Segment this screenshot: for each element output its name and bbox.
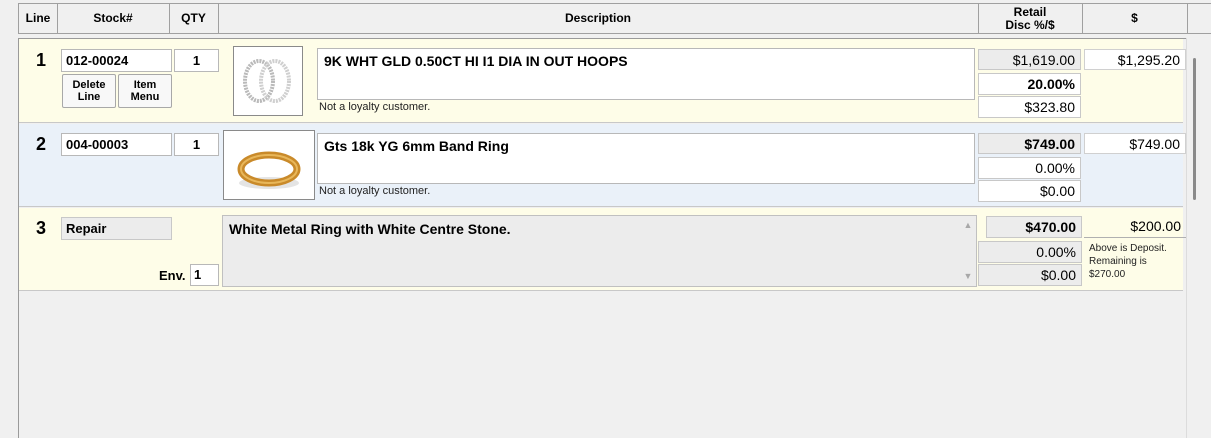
loyalty-note: Not a loyalty customer.	[319, 101, 431, 113]
repair-description-field[interactable]: White Metal Ring with White Centre Stone…	[222, 215, 977, 287]
stock-number-field[interactable]: 004-00003	[61, 133, 172, 156]
header-amount-label: $	[1131, 11, 1138, 25]
repair-description-text: White Metal Ring with White Centre Stone…	[229, 221, 511, 237]
delete-line-label-1: Delete	[72, 79, 106, 91]
column-header-bar: Line Stock# QTY Description Retail Disc …	[18, 3, 1211, 34]
line-number: 1	[36, 50, 47, 70]
discount-percent-field[interactable]: 20.00%	[978, 73, 1081, 95]
deposit-note-line-1: Above is Deposit.	[1089, 243, 1167, 254]
deposit-note: Above is Deposit. Remaining is $270.00	[1089, 242, 1184, 281]
discount-amount-field[interactable]: $0.00	[978, 180, 1081, 202]
discount-percent-field[interactable]: 0.00%	[978, 241, 1082, 263]
discount-amount-field[interactable]: $323.80	[978, 96, 1081, 118]
vertical-scrollbar[interactable]	[1186, 38, 1206, 438]
envelope-number-field[interactable]: 1	[190, 264, 219, 286]
header-line: Line	[19, 4, 58, 33]
line-number: 2	[36, 134, 47, 154]
delete-line-button[interactable]: Delete Line	[62, 74, 116, 108]
item-menu-button[interactable]: Item Menu	[118, 74, 172, 108]
qty-field[interactable]: 1	[174, 133, 219, 156]
line-item-row-1[interactable]: 1 012-00024 1 Delete Line Item Menu 9K W…	[19, 39, 1186, 123]
discount-amount-field[interactable]: $0.00	[978, 264, 1082, 286]
loyalty-note: Not a loyalty customer.	[319, 185, 431, 197]
line-number: 3	[36, 218, 47, 238]
deposit-note-line-2: Remaining is	[1089, 256, 1147, 267]
header-stock: Stock#	[57, 4, 170, 33]
retail-price: $1,619.00	[978, 49, 1081, 70]
discount-percent-field[interactable]: 0.00%	[978, 157, 1081, 179]
header-stock-label: Stock#	[93, 11, 133, 25]
header-description: Description	[218, 4, 979, 33]
header-description-label: Description	[564, 11, 631, 25]
header-disc-label: Disc %/$	[1005, 17, 1055, 32]
header-retail: Retail Disc %/$	[978, 4, 1083, 33]
delete-line-label-2: Line	[77, 91, 101, 103]
retail-price: $470.00	[986, 216, 1082, 238]
header-line-label: Line	[25, 11, 51, 25]
line-item-row-2[interactable]: 2 004-00003 1 Gts 18k YG 6mm Band Ring N…	[19, 124, 1186, 207]
description-field[interactable]: 9K WHT GLD 0.50CT HI I1 DIA IN OUT HOOPS	[317, 48, 975, 100]
scrollbar-thumb[interactable]	[1193, 58, 1196, 200]
stock-number-field[interactable]: 012-00024	[61, 49, 172, 72]
header-qty-label: QTY	[181, 11, 206, 25]
hoop-earrings-image[interactable]	[233, 46, 303, 116]
line-amount-field[interactable]: $749.00	[1084, 133, 1186, 154]
scroll-down-icon[interactable]: ▼	[961, 271, 975, 285]
line-item-row-3[interactable]: 3 Repair Env. 1 White Metal Ring with Wh…	[19, 208, 1186, 291]
item-menu-label-1: Item	[133, 79, 157, 91]
qty-field[interactable]: 1	[174, 49, 219, 72]
item-menu-label-2: Menu	[130, 91, 160, 103]
header-retail-label: Retail	[1013, 4, 1047, 19]
envelope-label: Env.	[159, 268, 186, 283]
description-field[interactable]: Gts 18k YG 6mm Band Ring	[317, 133, 975, 184]
repair-stock-field: Repair	[61, 217, 172, 240]
deposit-amount: $200.00	[1084, 216, 1186, 238]
header-amount: $	[1082, 4, 1188, 33]
scroll-up-icon[interactable]: ▲	[961, 220, 975, 234]
retail-price: $749.00	[978, 133, 1081, 154]
deposit-note-line-3: $270.00	[1089, 269, 1126, 280]
line-amount-field[interactable]: $1,295.20	[1084, 49, 1186, 70]
gold-band-ring-image[interactable]	[223, 130, 315, 200]
header-qty: QTY	[169, 4, 219, 33]
